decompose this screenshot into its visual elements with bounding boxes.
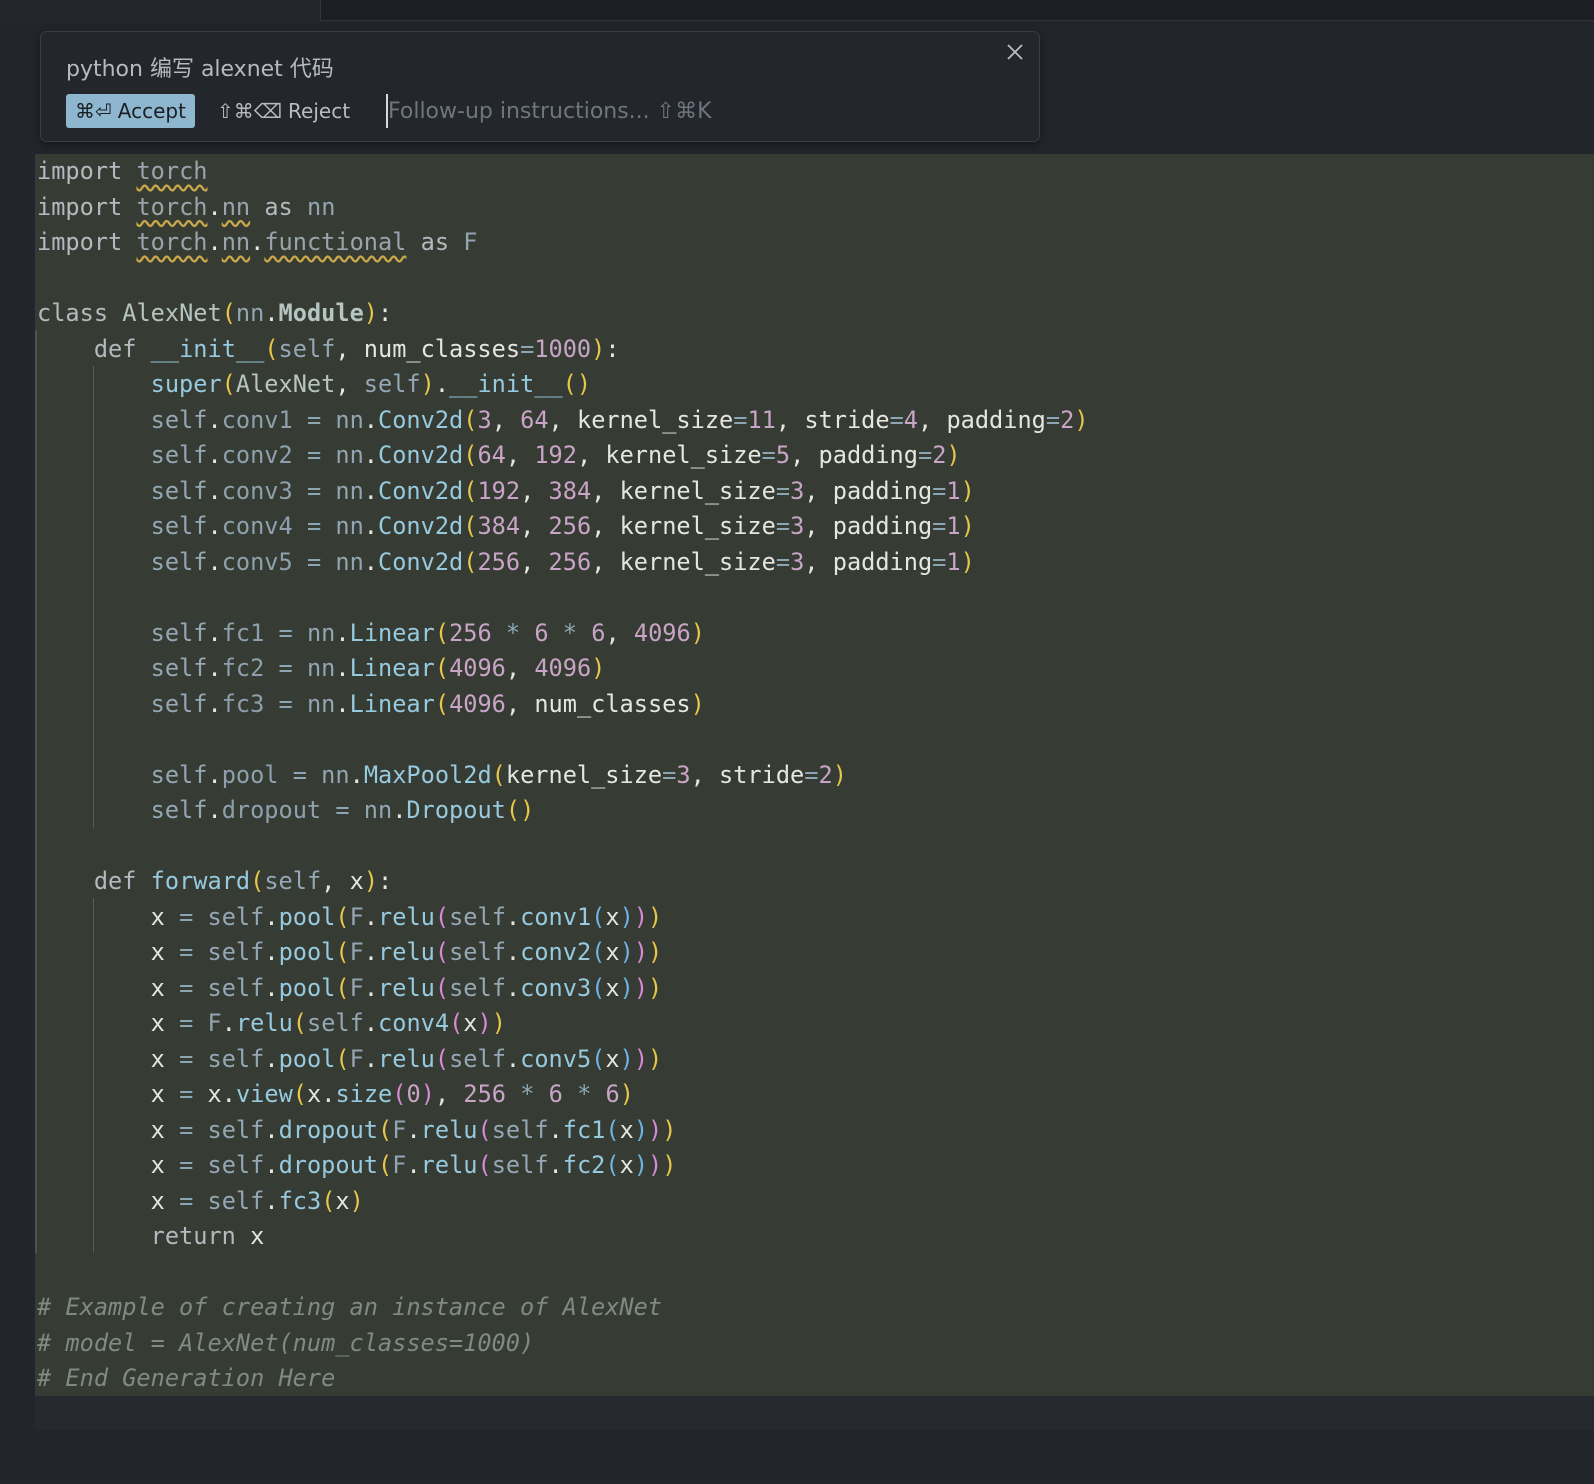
reject-label: Reject xyxy=(288,99,351,123)
code-line: # Example of creating an instance of Ale… xyxy=(37,1293,663,1321)
code-line: x = self.pool(F.relu(self.conv3(x))) xyxy=(150,973,663,1002)
code-line: self.conv4 = nn.Conv2d(384, 256, kernel_… xyxy=(150,512,975,540)
code-line: self.fc2 = nn.Linear(4096, 4096) xyxy=(150,654,606,682)
code-line: self.conv5 = nn.Conv2d(256, 256, kernel_… xyxy=(150,547,975,576)
code-line: self.fc3 = nn.Linear(4096, num_classes) xyxy=(150,689,705,718)
code-line: def forward(self, x): xyxy=(93,867,393,895)
code-line: self.pool = nn.MaxPool2d(kernel_size=3, … xyxy=(150,760,847,789)
code-line: self.dropout = nn.Dropout() xyxy=(150,796,535,824)
prompt-text: python 编写 alexnet 代码 xyxy=(66,57,334,82)
code-line: x = self.pool(F.relu(self.conv1(x))) xyxy=(150,902,663,931)
code-line: x = x.view(x.size(0), 256 * 6 * 6) xyxy=(150,1080,634,1108)
code-line: self.fc1 = nn.Linear(256 * 6 * 6, 4096) xyxy=(150,618,705,647)
code-line: def __init__(self, num_classes=1000): xyxy=(93,334,620,363)
close-icon xyxy=(1007,44,1023,60)
code-line: # End Generation Here xyxy=(37,1364,336,1392)
accept-button[interactable]: ⌘⏎ Accept xyxy=(66,94,195,128)
code-line: class AlexNet(nn.Module): xyxy=(37,299,393,327)
followup-input[interactable] xyxy=(386,94,818,128)
close-button[interactable] xyxy=(1001,38,1029,66)
accept-shortcut: ⌘⏎ xyxy=(75,99,112,123)
code-line: import torch xyxy=(37,157,208,185)
code-line: x = self.pool(F.relu(self.conv5(x))) xyxy=(150,1044,663,1073)
editor-tab-bar xyxy=(320,0,1594,21)
code-line: self.conv2 = nn.Conv2d(64, 192, kernel_s… xyxy=(150,441,961,469)
code-line: return x xyxy=(150,1222,265,1250)
reject-button[interactable]: ⇧⌘⌫ Reject xyxy=(213,94,354,128)
code-editor[interactable]: import torch import torch.nn as nn import … xyxy=(37,154,1089,1397)
code-line: # model = AlexNet(num_classes=1000) xyxy=(37,1328,535,1357)
accept-label: Accept xyxy=(117,99,186,123)
code-line: import torch.nn.functional as F xyxy=(37,228,478,256)
code-line: self.conv3 = nn.Conv2d(192, 384, kernel_… xyxy=(150,476,975,505)
code-line: import torch.nn as nn xyxy=(37,192,336,221)
code-line: self.conv1 = nn.Conv2d(3, 64, kernel_siz… xyxy=(150,405,1089,434)
code-line: x = self.dropout(F.relu(self.fc2(x))) xyxy=(150,1151,677,1179)
editor-blank-area[interactable] xyxy=(35,1396,1594,1430)
reject-shortcut: ⇧⌘⌫ xyxy=(217,99,283,123)
code-line: x = self.fc3(x) xyxy=(150,1186,364,1215)
code-line: x = self.pool(F.relu(self.conv2(x))) xyxy=(150,938,663,966)
code-line: x = F.relu(self.conv4(x)) xyxy=(150,1009,506,1037)
code-line: x = self.dropout(F.relu(self.fc1(x))) xyxy=(150,1115,677,1144)
code-line: super(AlexNet, self).__init__() xyxy=(150,370,592,398)
inline-prompt-panel: python 编写 alexnet 代码 ⌘⏎ Accept ⇧⌘⌫ Rejec… xyxy=(40,31,1040,142)
